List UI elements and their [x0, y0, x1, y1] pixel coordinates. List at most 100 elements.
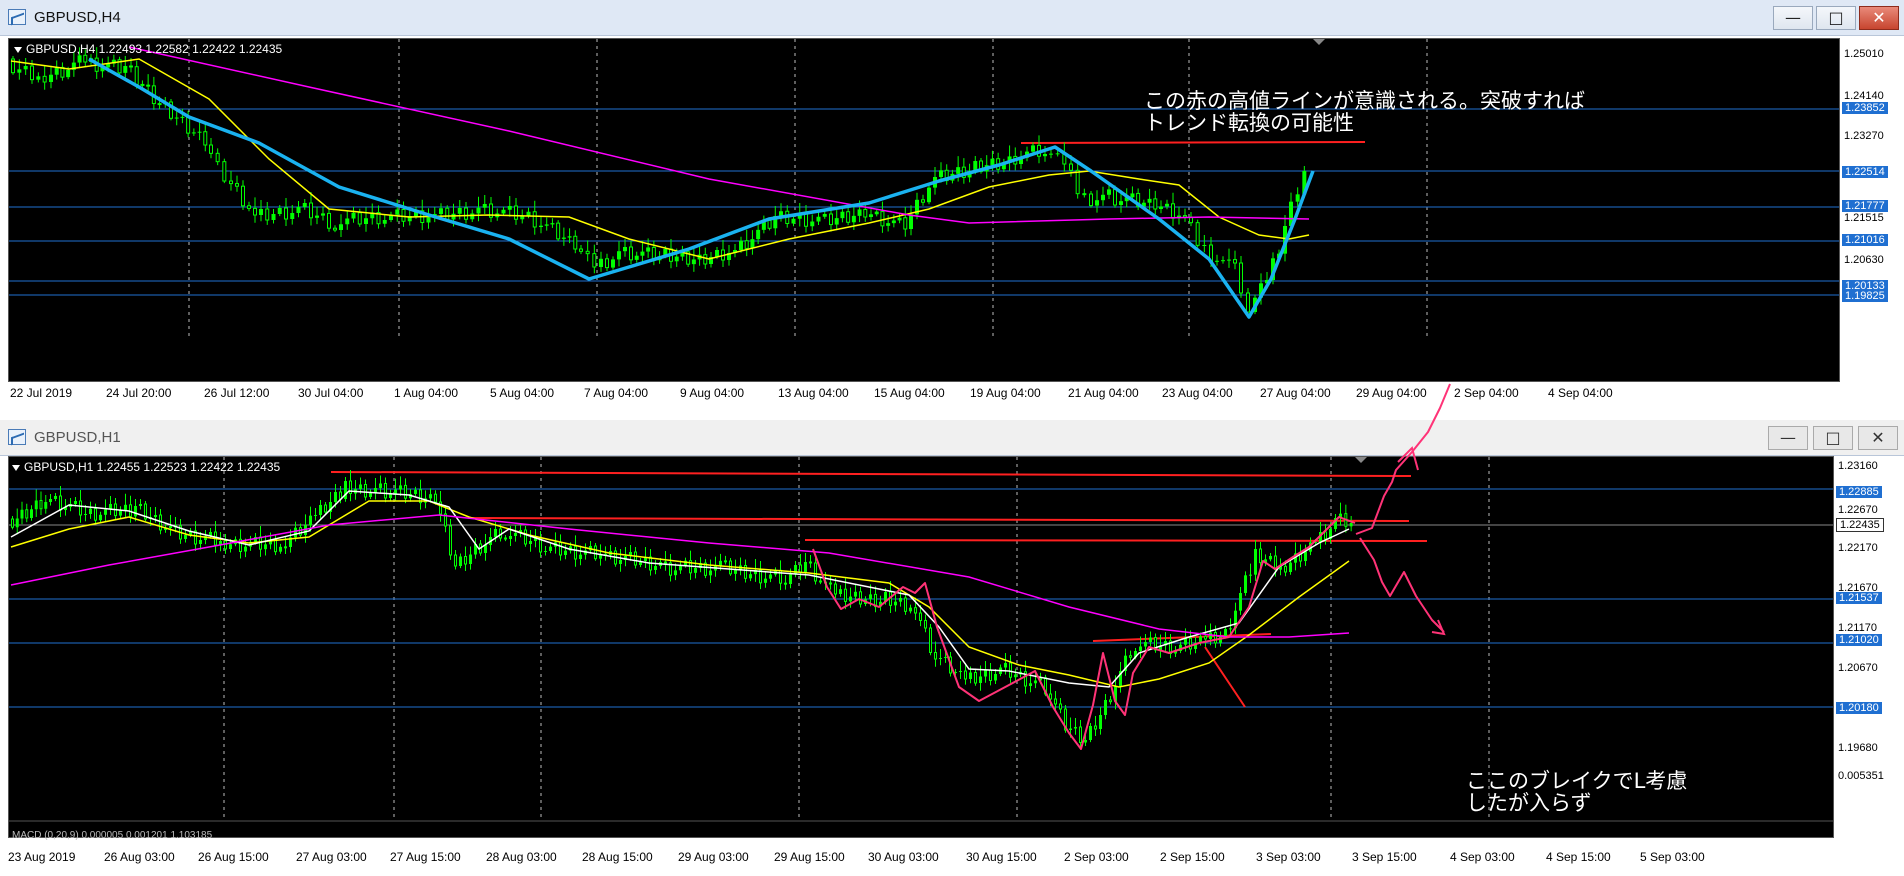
- candle-body: [364, 484, 367, 498]
- price-scale[interactable]: 1.25010 1.24140 1.23852 1.23270 1.22514 1.217…: [1840, 38, 1904, 382]
- candle-body: [974, 672, 977, 684]
- candle-body: [294, 527, 297, 538]
- candle-body: [139, 504, 142, 506]
- candle-body: [180, 116, 185, 118]
- candle-body: [764, 578, 767, 583]
- time-label: 4 Sep 03:00: [1450, 850, 1515, 864]
- time-scale[interactable]: 22 Jul 2019 24 Jul 20:00 26 Jul 12:00 30 Ju…: [0, 382, 1904, 402]
- symbol-info: GBPUSD,H4 1.22493 1.22582 1.22422 1.2243…: [14, 42, 282, 56]
- candle-body: [401, 209, 406, 222]
- candle-body: [839, 589, 842, 594]
- candle-body: [804, 562, 807, 573]
- candle-body: [509, 536, 512, 539]
- candle-body: [611, 259, 615, 268]
- candle-body: [457, 208, 462, 214]
- time-label: 24 Jul 20:00: [106, 386, 172, 400]
- price-label: 1.21537: [1836, 592, 1882, 604]
- candle-body: [44, 502, 48, 509]
- time-label: 2 Sep 15:00: [1160, 850, 1225, 864]
- close-button[interactable]: ✕: [1858, 426, 1898, 450]
- candle-body: [814, 562, 817, 582]
- symbol-info: GBPUSD,H1 1.22455 1.22523 1.22422 1.2243…: [12, 460, 280, 474]
- candle-body: [564, 550, 567, 555]
- candle-body: [1004, 663, 1007, 668]
- candle-body: [49, 499, 52, 502]
- time-label: 3 Sep 03:00: [1256, 850, 1321, 864]
- window-titlebar-inactive[interactable]: GBPUSD,H1 — □ ✕: [0, 420, 1904, 456]
- candle-body: [1089, 193, 1093, 207]
- candle-body: [1202, 245, 1207, 246]
- candle-body: [619, 560, 622, 564]
- candle-body: [1095, 200, 1099, 206]
- candle-body: [244, 546, 247, 552]
- candle-body: [674, 256, 679, 262]
- chart-window-h4[interactable]: GBPUSD,H4 — □ ✕ GBPUSD,H4 1.22493 1.2258…: [0, 0, 1904, 382]
- candle-body: [11, 518, 14, 528]
- price-label: 1.19680: [1838, 742, 1878, 754]
- window-titlebar[interactable]: GBPUSD,H4 — □ ✕: [0, 0, 1904, 36]
- candle-body: [514, 205, 518, 220]
- candle-body: [1147, 198, 1152, 203]
- candle-body: [449, 525, 452, 556]
- collapse-triangle-icon[interactable]: [14, 46, 22, 53]
- price-label: 1.21016: [1842, 234, 1888, 246]
- maximize-button[interactable]: □: [1813, 426, 1853, 450]
- candle-body: [1055, 153, 1060, 155]
- candle-body: [23, 66, 28, 70]
- candle-body: [567, 236, 572, 238]
- price-scale[interactable]: 1.23160 1.22885 1.22670 1.22435 1.22170 1.216…: [1834, 456, 1904, 838]
- candle-body: [927, 187, 931, 203]
- candle-body: [1069, 163, 1073, 171]
- candle-body: [984, 670, 987, 677]
- time-scale[interactable]: 23 Aug 2019 26 Aug 03:00 26 Aug 15:00 27 Au…: [0, 846, 1904, 870]
- candle-body: [844, 588, 847, 602]
- candle-body: [99, 514, 102, 521]
- candle-body: [724, 560, 727, 563]
- close-button[interactable]: ✕: [1859, 6, 1899, 30]
- candle-body: [919, 612, 922, 621]
- candle-body: [129, 65, 133, 68]
- time-label: 5 Sep 03:00: [1640, 850, 1705, 864]
- candle-body: [184, 535, 187, 539]
- candle-body: [30, 509, 33, 518]
- candle-body: [1129, 655, 1132, 658]
- price-label: 1.23270: [1844, 130, 1884, 142]
- price-label: 1.24140: [1844, 90, 1884, 102]
- candle-body: [529, 541, 532, 544]
- collapse-triangle-icon[interactable]: [12, 464, 20, 471]
- candle-body: [539, 225, 543, 227]
- candle-body: [94, 508, 97, 521]
- candle-body: [859, 591, 862, 605]
- candle-body: [1049, 153, 1053, 155]
- candle-body: [654, 566, 657, 570]
- price-label: 1.19825: [1842, 290, 1888, 302]
- time-label: 7 Aug 04:00: [584, 386, 649, 400]
- candle-body: [290, 213, 295, 219]
- candle-body: [439, 208, 443, 214]
- minimize-button[interactable]: —: [1773, 6, 1813, 30]
- price-label: 1.22885: [1836, 486, 1882, 498]
- minimize-button[interactable]: —: [1768, 426, 1808, 450]
- candle-body: [253, 207, 257, 216]
- candle-body: [1171, 203, 1175, 219]
- candle-body: [89, 508, 92, 514]
- candle-body: [929, 627, 932, 653]
- time-label: 23 Aug 2019: [8, 850, 76, 864]
- candle-body: [934, 652, 937, 660]
- candle-body: [464, 556, 467, 565]
- candle-body: [756, 229, 761, 240]
- candle-body: [1224, 629, 1227, 637]
- candle-body: [49, 74, 53, 82]
- candle-body: [921, 199, 925, 203]
- candle-body: [789, 574, 792, 584]
- candle-body: [1349, 523, 1353, 527]
- candle-body: [1233, 259, 1237, 264]
- candle-body: [1059, 703, 1062, 710]
- price-label: 1.20670: [1838, 662, 1878, 674]
- candle-body: [454, 554, 457, 567]
- window-title: GBPUSD,H1: [34, 429, 121, 446]
- candle-body: [284, 207, 288, 220]
- maximize-button[interactable]: □: [1816, 6, 1856, 30]
- candle-body: [944, 657, 947, 658]
- candle-body: [1043, 154, 1047, 157]
